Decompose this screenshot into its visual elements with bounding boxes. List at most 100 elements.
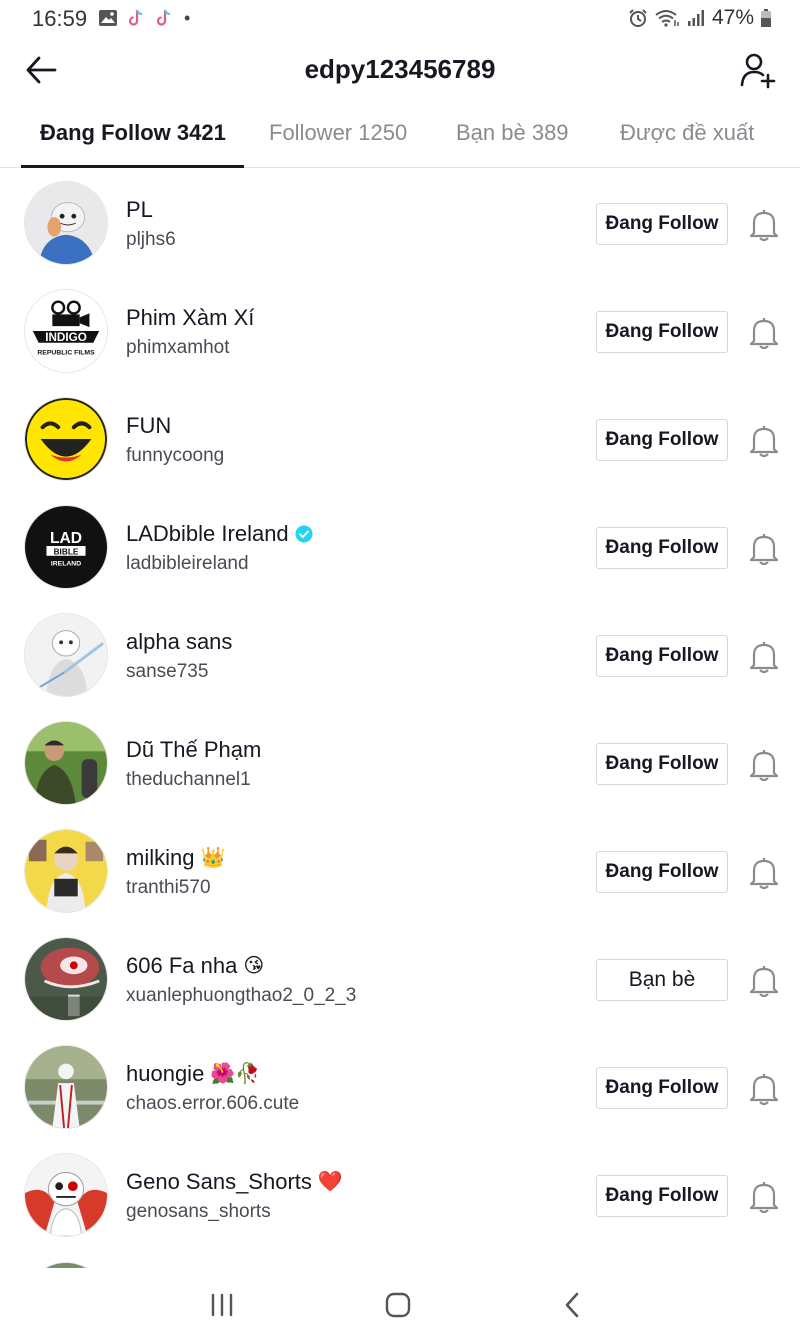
list-item[interactable]: 606 Fa nha 😘 xuanlephuongthao2_0_2_3 Bạn…: [0, 925, 800, 1033]
avatar[interactable]: INDIGO REPUBLIC FILMS: [24, 289, 108, 373]
friends-button[interactable]: Bạn bè: [596, 959, 728, 1001]
name-line: Dũ Thế Phạm: [126, 737, 261, 763]
following-button[interactable]: Đang Follow: [596, 1067, 728, 1109]
following-button[interactable]: Đang Follow: [596, 635, 728, 677]
image-icon: [98, 8, 118, 28]
notification-bell-button[interactable]: [744, 745, 784, 785]
username: ladbibleireland: [126, 553, 249, 574]
notification-bell-button[interactable]: [744, 529, 784, 569]
notification-bell-button[interactable]: [744, 1177, 784, 1217]
list-item[interactable]: INDIGO REPUBLIC FILMS Phim Xàm Xí phimxam…: [0, 277, 800, 385]
name-line: huongie 🌺🥀: [126, 1061, 260, 1087]
following-button[interactable]: Đang Follow: [596, 311, 728, 353]
display-name: Geno Sans_Shorts: [126, 1169, 312, 1194]
following-button[interactable]: Đang Follow: [596, 203, 728, 245]
bell-icon: [749, 318, 779, 350]
avatar[interactable]: [24, 937, 108, 1021]
list-item[interactable]: Dũ Thế Phạm theduchannel1 Đang Follow: [0, 709, 800, 817]
add-friend-button[interactable]: [738, 50, 778, 90]
flower-emoji: 🌺🥀: [210, 1063, 261, 1085]
signal-icon: [686, 8, 706, 28]
tiktok-icon: [126, 8, 146, 28]
tab-suggested[interactable]: Được đề xuất: [620, 120, 754, 146]
username: pljhs6: [126, 229, 176, 250]
list-item[interactable]: Geno Sans_Shorts ❤️ genosans_shorts Đang…: [0, 1141, 800, 1249]
avatar[interactable]: [24, 397, 108, 481]
list-item[interactable]: PL pljhs6 Đang Follow: [0, 169, 800, 277]
ladbible-logo-line3: IRELAND: [51, 561, 81, 568]
list-item[interactable]: alpha sans sanse735 Đang Follow: [0, 601, 800, 709]
username: theduchannel1: [126, 769, 251, 790]
notification-bell-button[interactable]: [744, 1069, 784, 1109]
heart-emoji: ❤️: [317, 1171, 343, 1193]
avatar[interactable]: LAD BIBLE IRELAND: [24, 505, 108, 589]
system-icons: 47%: [628, 6, 772, 30]
tab-friends[interactable]: Bạn bè 389: [456, 120, 569, 146]
list-item[interactable]: huongie 🌺🥀 chaos.error.606.cute Đang Fol…: [0, 1033, 800, 1141]
battery-percentage: 47%: [711, 6, 754, 29]
following-button[interactable]: Đang Follow: [596, 527, 728, 569]
tabs: Đang Follow 3421 Follower 1250 Bạn bè 38…: [0, 102, 800, 168]
display-name: Phim Xàm Xí: [126, 305, 255, 330]
avatar[interactable]: [24, 1045, 108, 1129]
following-button[interactable]: Đang Follow: [596, 851, 728, 893]
notification-bell-button[interactable]: [744, 313, 784, 353]
list-item[interactable]: FUN funnycoong Đang Follow: [0, 385, 800, 493]
home-icon: [385, 1292, 411, 1318]
notification-bell-button[interactable]: [744, 421, 784, 461]
crown-emoji: 👑: [200, 847, 226, 869]
home-button[interactable]: [374, 1288, 422, 1322]
bell-icon: [749, 426, 779, 458]
display-name: PL: [126, 197, 153, 222]
status-time: 16:59: [32, 6, 88, 31]
name-line: FUN: [126, 413, 171, 439]
tab-following[interactable]: Đang Follow 3421: [40, 120, 226, 146]
bell-icon: [749, 966, 779, 998]
avatar[interactable]: [24, 829, 108, 913]
verified-badge-icon: [295, 525, 313, 543]
avatar[interactable]: [24, 1153, 108, 1237]
recent-apps-button[interactable]: [198, 1288, 246, 1322]
bell-icon: [749, 1182, 779, 1214]
list-item[interactable]: milking 👑 tranthi570 Đang Follow: [0, 817, 800, 925]
name-line: 606 Fa nha 😘: [126, 953, 264, 979]
tab-followers[interactable]: Follower 1250: [269, 120, 407, 146]
display-name: FUN: [126, 413, 172, 438]
following-button[interactable]: Đang Follow: [596, 743, 728, 785]
following-button[interactable]: Đang Follow: [596, 1175, 728, 1217]
following-list: PL pljhs6 Đang Follow INDIGO REPUBLIC FIL…: [0, 169, 800, 1249]
notification-icons: •: [98, 8, 190, 28]
add-person-icon: [740, 53, 776, 89]
ladbible-logo-line2: BIBLE: [54, 546, 79, 556]
alarm-icon: [628, 8, 648, 28]
bell-icon: [749, 210, 779, 242]
bell-icon: [749, 534, 779, 566]
recent-apps-icon: [211, 1293, 233, 1317]
notification-bell-button[interactable]: [744, 205, 784, 245]
display-name: LADbible Ireland: [126, 521, 289, 546]
notification-bell-button[interactable]: [744, 853, 784, 893]
name-line: Phim Xàm Xí: [126, 305, 254, 331]
ladbible-logo-line1: LAD: [50, 530, 82, 547]
username: tranthi570: [126, 877, 211, 898]
name-line: PL: [126, 197, 153, 223]
indigo-logo-subtext: REPUBLIC FILMS: [37, 349, 95, 356]
display-name: milking: [126, 845, 195, 870]
indigo-logo-text: INDIGO: [45, 331, 87, 344]
following-button[interactable]: Đang Follow: [596, 419, 728, 461]
active-tab-indicator: [21, 165, 244, 168]
display-name: Dũ Thế Phạm: [126, 737, 262, 762]
notification-bell-button[interactable]: [744, 637, 784, 677]
system-back-button[interactable]: [548, 1288, 596, 1322]
avatar[interactable]: [24, 721, 108, 805]
notification-bell-button[interactable]: [744, 961, 784, 1001]
username: sanse735: [126, 661, 209, 682]
username: funnycoong: [126, 445, 225, 466]
list-item[interactable]: LAD BIBLE IRELAND LADbible Ireland ladbibl…: [0, 493, 800, 601]
avatar[interactable]: [24, 181, 108, 265]
avatar[interactable]: [24, 613, 108, 697]
name-line: alpha sans: [126, 629, 232, 655]
username: chaos.error.606.cute: [126, 1093, 300, 1114]
kiss-emoji: 😘: [243, 955, 265, 977]
header: edpy123456789: [0, 38, 800, 102]
